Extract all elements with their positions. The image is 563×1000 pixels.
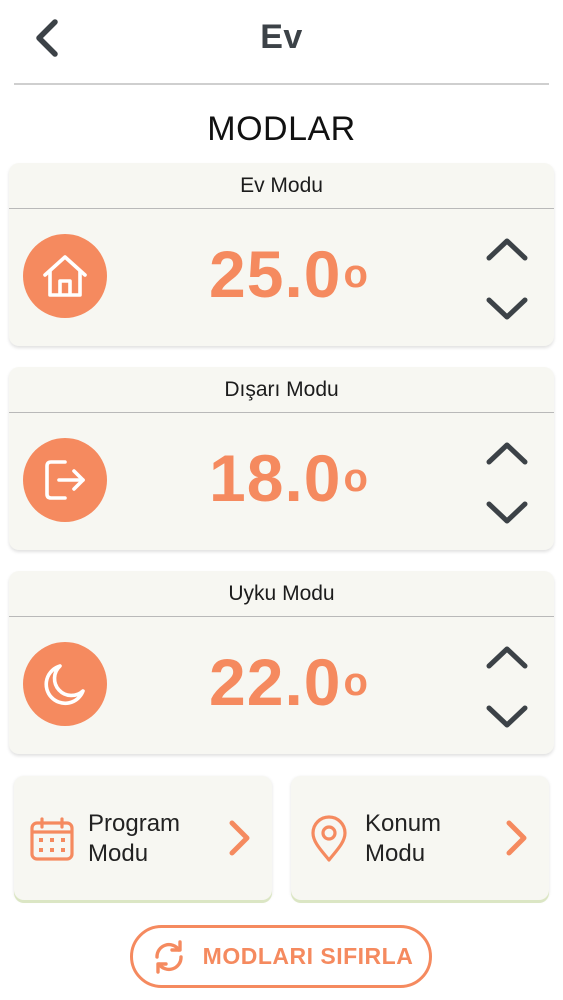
mode-card-home: Ev Modu 25.0o	[9, 163, 554, 346]
program-mode-card[interactable]: Program Modu	[14, 776, 272, 900]
moon-icon	[23, 642, 107, 726]
mode-card-sleep: Uyku Modu 22.0o	[9, 571, 554, 754]
exit-icon	[23, 438, 107, 522]
increase-temperature-button[interactable]	[479, 227, 535, 271]
temperature-value: 22.0o	[209, 645, 369, 719]
header-divider	[14, 83, 549, 85]
home-icon	[23, 234, 107, 318]
chevron-up-icon	[486, 238, 528, 261]
location-mode-card[interactable]: Konum Modu	[291, 776, 549, 900]
mode-card-away: Dışarı Modu 18.0o	[9, 367, 554, 550]
degree-symbol: o	[343, 660, 369, 704]
chevron-down-icon	[486, 501, 528, 524]
reset-modes-label: MODLARI SIFIRLA	[202, 943, 414, 969]
app-header: Ev	[0, 0, 563, 84]
chevron-right-icon	[224, 816, 254, 860]
decrease-temperature-button[interactable]	[479, 287, 535, 331]
page-title: Ev	[260, 18, 303, 56]
increase-temperature-button[interactable]	[479, 431, 535, 475]
degree-symbol: o	[343, 456, 369, 500]
increase-temperature-button[interactable]	[479, 635, 535, 679]
chevron-down-icon	[486, 297, 528, 320]
decrease-temperature-button[interactable]	[479, 695, 535, 739]
mode-label: Dışarı Modu	[9, 367, 554, 413]
program-mode-label: Program Modu	[88, 810, 181, 867]
mode-label: Ev Modu	[9, 163, 554, 209]
mode-label: Uyku Modu	[9, 571, 554, 617]
refresh-icon	[149, 937, 189, 977]
section-title: MODLAR	[207, 110, 356, 148]
reset-modes-button[interactable]: MODLARI SIFIRLA	[130, 925, 432, 988]
chevron-right-icon	[501, 816, 531, 860]
temperature-value: 25.0o	[209, 237, 369, 311]
temperature-value: 18.0o	[209, 441, 369, 515]
chevron-up-icon	[486, 442, 528, 465]
calendar-icon	[28, 814, 76, 864]
location-mode-label: Konum Modu	[365, 810, 442, 867]
decrease-temperature-button[interactable]	[479, 491, 535, 535]
chevron-down-icon	[486, 705, 528, 728]
degree-symbol: o	[343, 252, 369, 296]
chevron-up-icon	[486, 646, 528, 669]
location-pin-icon	[305, 814, 353, 864]
